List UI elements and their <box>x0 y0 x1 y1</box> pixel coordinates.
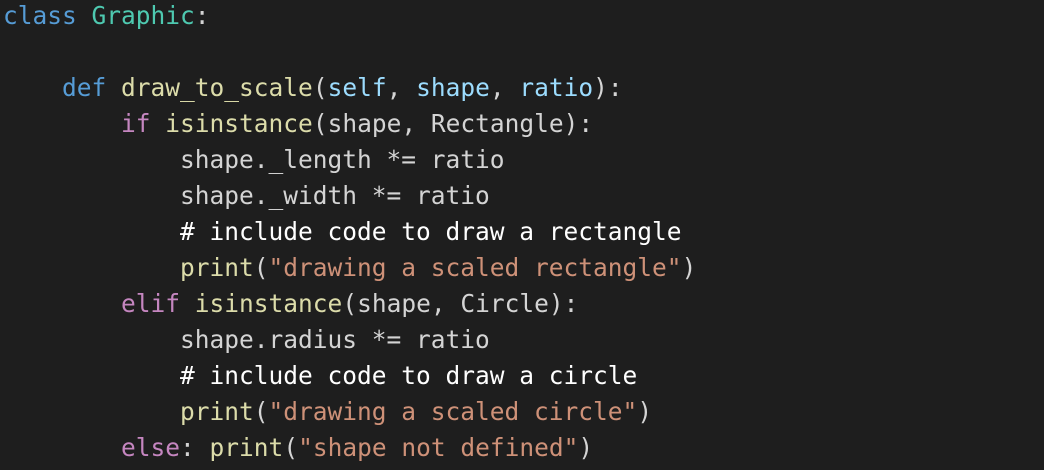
control-keyword-token: elif <box>121 289 181 318</box>
code-text-token: shape.radius *= ratio <box>3 325 490 354</box>
parameter-token: self <box>327 73 387 102</box>
code-text-token: ) <box>637 397 653 426</box>
code-line[interactable]: print("drawing a scaled circle") <box>3 394 652 430</box>
code-line[interactable]: shape.radius *= ratio <box>3 322 490 358</box>
parameter-token: shape <box>416 73 490 102</box>
string-literal-token: "drawing a scaled circle" <box>268 397 638 426</box>
code-text-token: ) <box>578 433 594 462</box>
function-name-token: isinstance <box>194 289 343 318</box>
control-keyword-token: else <box>121 433 181 462</box>
class-name-token: Graphic <box>91 1 195 30</box>
code-line[interactable]: else: print("shape not defined") <box>3 430 593 466</box>
code-text-token: ( <box>253 253 269 282</box>
code-text-token: ( <box>253 397 269 426</box>
function-name-token: print <box>180 397 254 426</box>
code-text-token: , <box>489 73 520 102</box>
function-name-token: print <box>209 433 284 462</box>
keyword-token: def <box>62 73 107 102</box>
code-line[interactable]: shape._width *= ratio <box>3 178 490 214</box>
code-text-token: ( <box>283 433 299 462</box>
code-text-token: , <box>386 73 417 102</box>
code-editor[interactable]: class Graphic: def draw_to_scale(self, s… <box>0 0 1044 470</box>
function-name-token: isinstance <box>165 109 313 138</box>
comment-token: # include code to draw a rectangle <box>180 217 682 246</box>
code-text-token: (shape, Rectangle): <box>312 109 594 138</box>
code-line[interactable]: # include code to draw a circle <box>3 358 637 394</box>
code-line[interactable]: elif isinstance(shape, Circle): <box>3 286 578 322</box>
code-text-token: : <box>180 433 210 462</box>
string-literal-token: "shape not defined" <box>298 433 579 462</box>
code-line[interactable]: print("drawing a scaled rectangle") <box>3 250 696 286</box>
code-text-token: : <box>194 1 210 30</box>
code-line[interactable]: class Graphic: <box>3 0 210 34</box>
code-text-token: shape._length *= ratio <box>3 145 505 174</box>
string-literal-token: "drawing a scaled rectangle" <box>268 253 682 282</box>
code-text-token: ) <box>681 253 697 282</box>
code-text-token: ( <box>312 73 328 102</box>
comment-token: # include code to draw a circle <box>180 361 638 390</box>
code-text-token: shape._width *= ratio <box>3 181 490 210</box>
code-line[interactable]: # include code to draw a rectangle <box>3 214 682 250</box>
code-line[interactable]: shape._length *= ratio <box>3 142 505 178</box>
code-text-token: (shape, Circle): <box>342 289 579 318</box>
control-keyword-token: if <box>121 109 151 138</box>
code-text-token: ): <box>593 73 623 102</box>
code-line[interactable]: if isinstance(shape, Rectangle): <box>3 106 593 142</box>
keyword-token: class <box>3 1 77 30</box>
function-name-token: print <box>180 253 254 282</box>
code-line[interactable]: def draw_to_scale(self, shape, ratio): <box>3 70 623 106</box>
function-name-token: draw_to_scale <box>121 73 313 102</box>
parameter-token: ratio <box>519 73 594 102</box>
